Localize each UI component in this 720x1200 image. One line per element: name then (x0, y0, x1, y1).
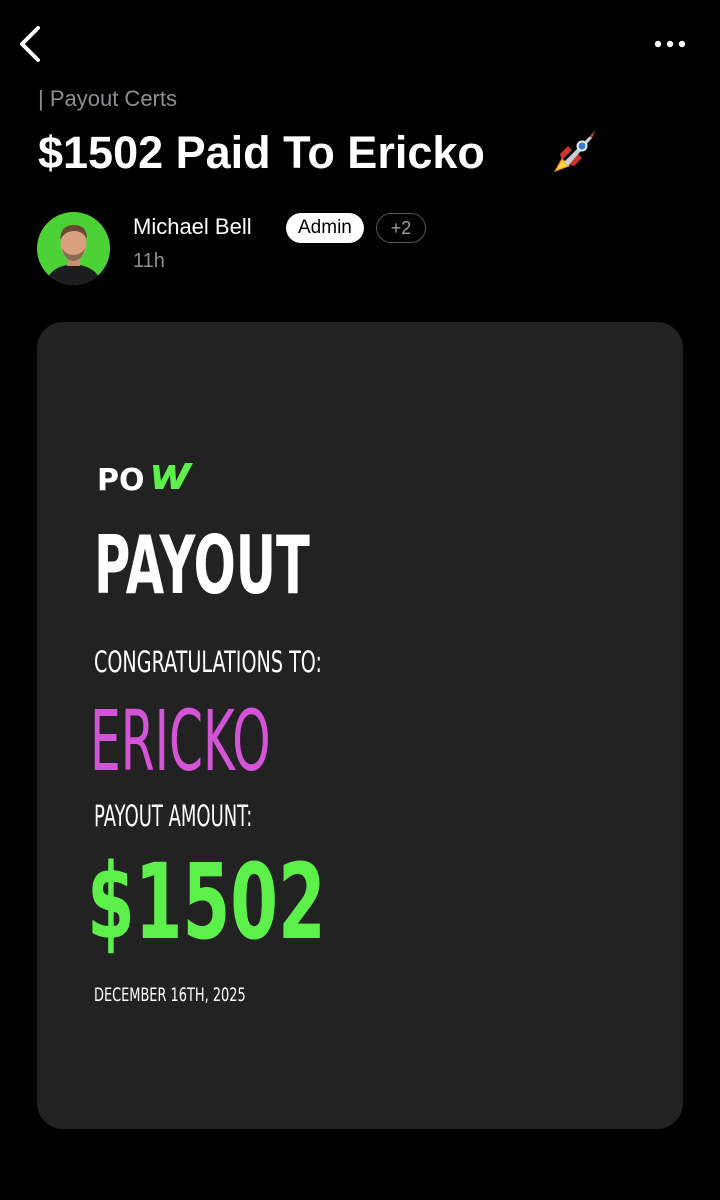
pow-logo: PO (97, 457, 217, 498)
more-horizontal-icon (654, 40, 686, 48)
author-avatar[interactable] (37, 212, 110, 285)
post-timestamp: 11h (133, 250, 165, 272)
certificate-date: DECEMBER 16TH, 2025 (94, 984, 246, 1006)
payout-amount-label: PAYOUT AMOUNT: (94, 799, 253, 833)
admin-badge: Admin (286, 213, 364, 243)
extra-badges-count[interactable]: +2 (376, 213, 426, 243)
svg-text:PO: PO (97, 463, 145, 497)
payout-certificate-image[interactable]: PO PAYOUT CONGRATULATIONS TO: ERICKO PAY… (37, 322, 683, 1129)
author-name[interactable]: Michael Bell (133, 214, 252, 240)
rocket-icon (548, 128, 600, 178)
chevron-left-icon (20, 26, 40, 62)
post-title: $1502 Paid To Ericko (38, 127, 485, 178)
congratulations-label: CONGRATULATIONS TO: (94, 645, 322, 679)
certificate-heading: PAYOUT (94, 519, 310, 612)
post-category[interactable]: | Payout Certs (38, 86, 177, 112)
recipient-name: ERICKO (90, 692, 271, 790)
back-button[interactable] (10, 22, 50, 66)
more-options-button[interactable] (650, 30, 690, 58)
payout-amount: $1502 (87, 841, 326, 963)
